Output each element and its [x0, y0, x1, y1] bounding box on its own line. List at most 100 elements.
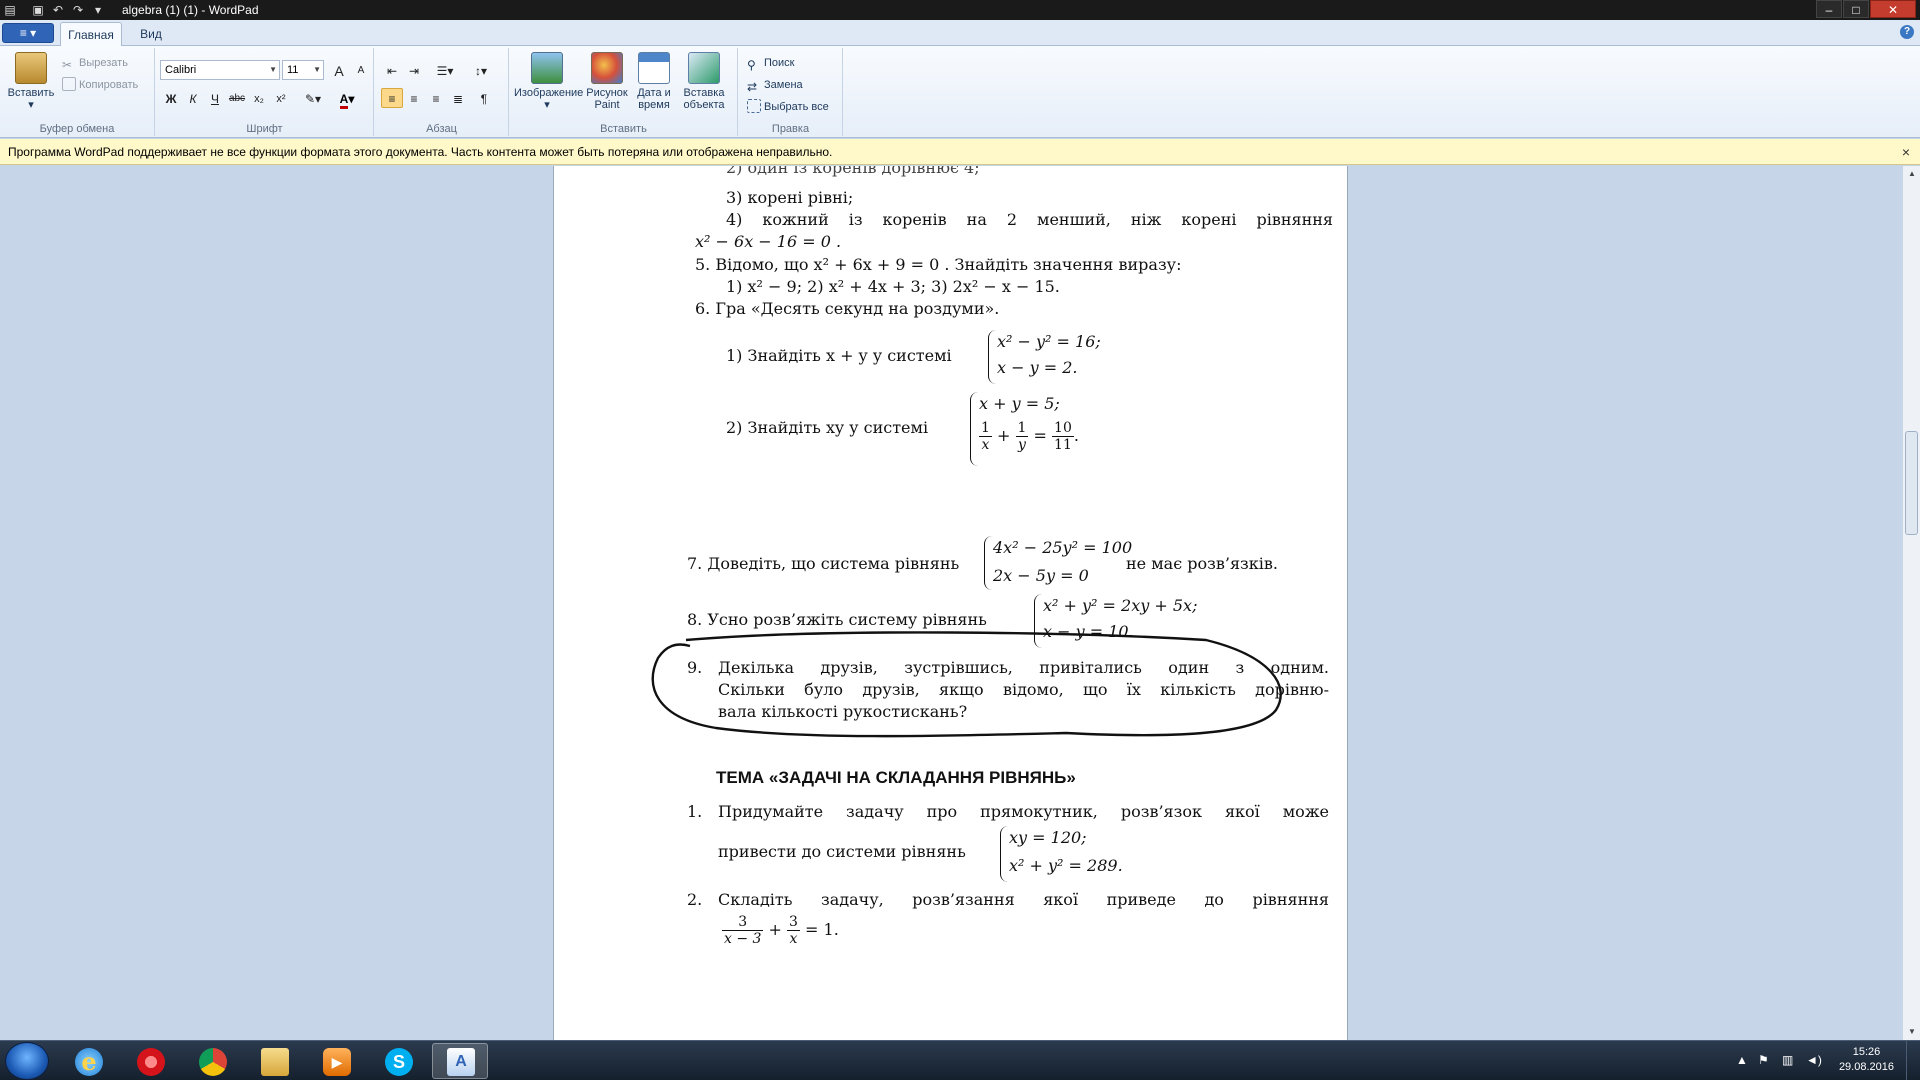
font-color-button[interactable]: A▾: [332, 88, 362, 109]
datetime-button[interactable]: Дата и время: [632, 52, 676, 111]
scroll-thumb[interactable]: [1905, 431, 1918, 535]
group-insert: Изображение ▾ Рисунок Paint Дата и время Вс…: [510, 48, 738, 136]
font-color-icon: A: [339, 92, 349, 109]
bullet-list-icon: ☰▾: [436, 64, 454, 78]
paint-drawing-button[interactable]: Рисунок Paint: [584, 52, 630, 111]
taskbar-app-ie[interactable]: e: [60, 1043, 116, 1079]
font-family-select[interactable]: Calibri ▼: [160, 60, 280, 80]
maximize-button[interactable]: □: [1843, 0, 1869, 18]
taskbar-app-explorer[interactable]: [246, 1043, 302, 1079]
taskbar-app-skype[interactable]: S: [370, 1043, 426, 1079]
doc-line: 6. Гра «Десять секунд на роздуми».: [695, 299, 1000, 318]
increase-indent-button[interactable]: ⇥: [403, 60, 425, 80]
customize-icon[interactable]: ▾: [90, 2, 106, 18]
taskbar-app-wordpad[interactable]: A: [432, 1043, 488, 1079]
chrome-icon: [199, 1048, 227, 1076]
infobar-message: Программа WordPad поддерживает не все фу…: [8, 145, 833, 159]
internet-explorer-icon: e: [75, 1048, 103, 1076]
superscript-button[interactable]: x²: [270, 88, 292, 108]
list-button[interactable]: ☰▾: [429, 60, 461, 80]
strikethrough-button[interactable]: abc: [226, 88, 248, 108]
infobar-close-button[interactable]: ×: [1902, 139, 1910, 165]
doc-line: 2) один із коренів дорівнює 4;: [726, 166, 980, 177]
compatibility-infobar: Программа WordPad поддерживает не все фу…: [0, 139, 1920, 165]
brace-icon: [984, 536, 992, 590]
explorer-icon: [261, 1048, 289, 1076]
scroll-down-icon[interactable]: ▼: [1903, 1024, 1920, 1040]
equation: 2x − 5y = 0: [993, 566, 1089, 585]
align-center-button[interactable]: ≡: [403, 88, 425, 108]
find-button[interactable]: ⚲ Поиск: [747, 54, 794, 72]
ribbon-tabs: ≡ ▾ Главная Вид ?: [0, 20, 1920, 46]
equation: x² + y² = 289.: [1009, 856, 1123, 875]
redo-icon[interactable]: ↷: [70, 2, 86, 18]
system-clock[interactable]: 15:26 29.08.2016: [1839, 1045, 1894, 1075]
indent-icon: ⇥: [408, 64, 420, 78]
cut-button[interactable]: ✂ Вырезать: [62, 54, 128, 72]
justify-button[interactable]: ≣: [447, 88, 469, 108]
app-menu-button[interactable]: ≡ ▾: [2, 23, 54, 43]
save-icon[interactable]: ▣: [30, 2, 46, 18]
subscript-button[interactable]: x₂: [248, 88, 270, 108]
group-clipboard: Вставить ▾ ✂ Вырезать Копировать Буфер обм…: [0, 48, 155, 136]
paint-palette-icon: [591, 52, 623, 84]
clipboard-icon: [15, 52, 47, 84]
shrink-font-button[interactable]: A: [350, 60, 372, 80]
replace-button[interactable]: ⇄ Замена: [747, 76, 803, 94]
action-center-flag-icon[interactable]: ⚑: [1758, 1053, 1769, 1067]
fraction: 10 11: [1052, 420, 1074, 453]
justify-icon: ≣: [452, 92, 464, 106]
show-desktop-button[interactable]: [1906, 1041, 1920, 1080]
font-size-select[interactable]: 11 ▼: [282, 60, 324, 80]
align-right-icon: ≡: [432, 92, 440, 106]
grow-font-button[interactable]: A: [328, 60, 350, 80]
italic-button[interactable]: К: [182, 88, 204, 108]
select-all-button[interactable]: Выбрать все: [747, 98, 829, 116]
group-paragraph-label: Абзац: [426, 123, 457, 135]
align-left-button[interactable]: ≡: [381, 88, 403, 108]
paragraph-icon: ¶: [480, 92, 488, 106]
paragraph-button[interactable]: ¶: [473, 88, 495, 108]
underline-button[interactable]: Ч: [204, 88, 226, 108]
copy-button[interactable]: Копировать: [62, 76, 138, 94]
minimize-button[interactable]: –: [1816, 0, 1842, 18]
taskbar-app-chrome[interactable]: [184, 1043, 240, 1079]
insert-picture-button[interactable]: Изображение ▾: [514, 52, 583, 111]
doc-line: 3) корені рівні;: [726, 188, 854, 207]
scroll-up-icon[interactable]: ▲: [1903, 166, 1920, 182]
paste-button[interactable]: Вставить ▾: [6, 52, 56, 111]
align-left-icon: ≡: [388, 92, 396, 106]
equation: xy = 120;: [1009, 828, 1087, 847]
outdent-icon: ⇤: [386, 64, 398, 78]
clock-date: 29.08.2016: [1838, 1061, 1894, 1073]
line-spacing-button[interactable]: ↕▾: [465, 60, 497, 80]
align-right-button[interactable]: ≡: [425, 88, 447, 108]
network-icon[interactable]: ▥: [1782, 1053, 1793, 1067]
taskbar-app-opera[interactable]: [122, 1043, 178, 1079]
equation-system: x² − y² = 16; x − y = 2.: [988, 330, 1108, 384]
vertical-scrollbar[interactable]: ▲ ▼: [1902, 166, 1920, 1040]
align-center-icon: ≡: [410, 92, 418, 106]
volume-icon[interactable]: ◄): [1806, 1053, 1822, 1067]
tab-home[interactable]: Главная: [60, 22, 122, 46]
doc-line: Складіть задачу, розв’язання якої привед…: [718, 890, 1329, 909]
chevron-down-icon: ▼: [269, 65, 277, 74]
document-page[interactable]: 2) один із коренів дорівнює 4; 3) корені…: [553, 166, 1348, 1040]
insert-object-button[interactable]: Вставка объекта: [678, 52, 730, 111]
close-button[interactable]: ✕: [1870, 0, 1916, 18]
bold-button[interactable]: Ж: [160, 88, 182, 108]
decrease-indent-button[interactable]: ⇤: [381, 60, 403, 80]
equation: x − y = 2.: [997, 358, 1078, 377]
start-button[interactable]: [5, 1042, 49, 1080]
document-canvas[interactable]: 2) один із коренів дорівнює 4; 3) корені…: [0, 166, 1902, 1040]
wordpad-app-icon[interactable]: ▤: [2, 2, 18, 18]
undo-icon[interactable]: ↶: [50, 2, 66, 18]
highlight-button[interactable]: ✎▾: [298, 88, 328, 108]
tray-expand-icon[interactable]: ▲: [1736, 1053, 1748, 1067]
tab-view[interactable]: Вид: [126, 22, 176, 46]
media-player-icon: ▶: [323, 1048, 351, 1076]
help-icon[interactable]: ?: [1900, 25, 1914, 39]
taskbar-app-media-player[interactable]: ▶: [308, 1043, 364, 1079]
equation-system: xy = 120; x² + y² = 289.: [1000, 826, 1130, 882]
brace-icon: [988, 330, 996, 384]
